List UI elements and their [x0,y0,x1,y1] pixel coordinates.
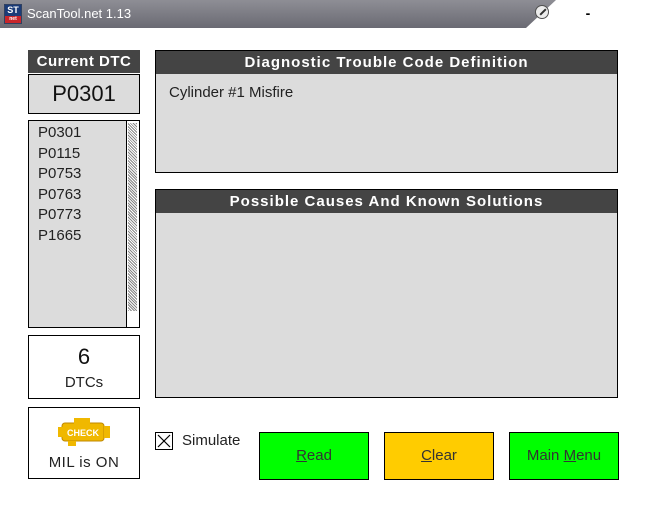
dtc-list-item[interactable]: P1665 [29,226,139,247]
window-title: ScanTool.net 1.13 [27,6,132,21]
logo-top-text: ST [5,5,21,16]
causes-header: Possible Causes And Known Solutions [156,190,617,213]
dtc-list-item[interactable]: P0763 [29,185,139,206]
checkmark-icon [157,434,171,448]
causes-text [156,213,617,233]
read-button-accel: R [296,447,307,464]
app-logo: ST net [4,4,22,24]
current-dtc-header: Current DTC [28,50,140,73]
current-dtc-header-label: Current DTC [28,50,140,73]
dtc-list-scrollbar[interactable] [126,121,139,327]
main-menu-button-rest: enu [576,447,602,464]
dtc-count-value: 6 [77,344,91,369]
dtc-count-box: 6 DTCs [28,335,140,399]
definition-text: Cylinder #1 Misfire [169,84,294,101]
clear-button-accel: C [421,447,432,464]
dtc-list-item[interactable]: P0115 [29,144,139,165]
read-button-rest: ead [306,447,332,464]
mil-box: CHECK MIL is ON [28,407,140,479]
simulate-checkbox[interactable] [155,432,173,450]
definition-panel: Diagnostic Trouble Code Definition Cylin… [155,50,618,173]
simulate-label[interactable]: Simulate [182,432,240,449]
close-icon[interactable] [535,5,549,19]
current-dtc-code: P0301 [52,81,116,106]
clear-button-rest: lear [431,447,457,464]
dtc-list-item[interactable]: P0773 [29,205,139,226]
check-engine-icon-text: CHECK [67,428,100,438]
main-menu-button[interactable]: Main Menu [509,432,619,480]
title-bar: ST net ScanTool.net 1.13 - [0,0,646,28]
definition-header: Diagnostic Trouble Code Definition [156,51,617,74]
dtc-list[interactable]: P0301 P0115 P0753 P0763 P0773 P1665 [28,120,140,328]
causes-panel: Possible Causes And Known Solutions [155,189,618,398]
dtc-list-item[interactable]: P0753 [29,164,139,185]
scrollbar-thumb[interactable] [128,123,137,311]
read-button[interactable]: Read [259,432,369,480]
dtc-list-item[interactable]: P0301 [29,123,139,144]
clear-button[interactable]: Clear [384,432,494,480]
logo-bottom-text: net [5,16,21,23]
mil-status: MIL is ON [48,454,120,471]
main-menu-button-pre: Main [526,447,564,464]
current-dtc-box: P0301 [28,74,140,114]
dtc-count-label: DTCs [64,374,104,391]
minimize-button[interactable]: - [580,4,596,22]
main-menu-button-accel: M [563,447,577,464]
check-engine-icon: CHECK [58,418,110,446]
